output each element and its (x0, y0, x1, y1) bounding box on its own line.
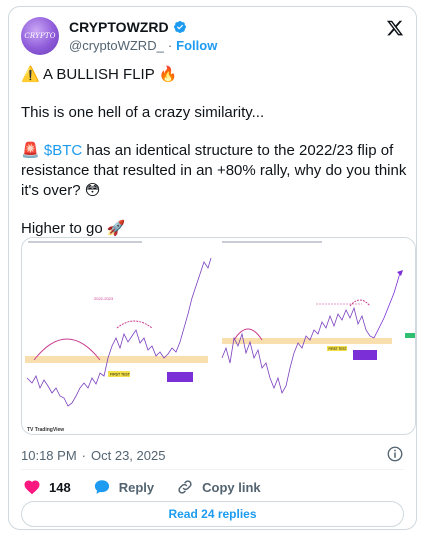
tweet-timestamp[interactable]: 10:18 PM · Oct 23, 2025 (21, 448, 165, 463)
tweet-card: CRYPTO CRYPTOWZRD @cryptoWZRD_ · Follow … (8, 6, 417, 530)
verified-badge-icon (173, 21, 186, 33)
reply-bubble-icon (94, 480, 109, 494)
tweet-line-higher: Higher to go 🚀 (21, 220, 126, 237)
btc-cashtag-link[interactable]: $BTC (44, 142, 82, 159)
info-icon[interactable] (386, 445, 404, 463)
left-purple-tag (167, 372, 193, 382)
tweet-line-title: ⚠️ A BULLISH FLIP 🔥 (21, 66, 178, 83)
avatar-logo-text: CRYPTO (24, 32, 56, 40)
copy-link-label: Copy link (202, 479, 261, 495)
tweet-line-similarity: This is one hell of a crazy similarity..… (21, 104, 265, 121)
tweet-date: Oct 23, 2025 (91, 448, 166, 463)
x-logo-icon[interactable] (386, 19, 404, 37)
right-purple-tag (353, 350, 377, 360)
name-row: CRYPTOWZRD (69, 19, 187, 35)
right-green-price-tag (405, 333, 415, 338)
alarm-emoji: 🚨 (21, 142, 44, 159)
author-display-name[interactable]: CRYPTOWZRD (69, 19, 169, 35)
handle-row: @cryptoWZRD_ · Follow (69, 38, 217, 53)
avatar[interactable]: CRYPTO (21, 17, 59, 55)
right-first-test-label: FIRST TEST (329, 347, 347, 351)
left-chart-year-label: 2022-2023 (94, 296, 114, 301)
read-replies-button[interactable]: Read 24 replies (21, 501, 404, 527)
left-chart-panel: 2022-2023 FIRST TEST TV TradingView (22, 238, 219, 434)
divider (21, 469, 404, 470)
like-button[interactable]: 148 (23, 478, 71, 496)
tweet-line-question: it's over? 😳 (21, 182, 101, 199)
follow-button[interactable]: Follow (176, 38, 217, 53)
link-icon (178, 480, 192, 494)
reply-button[interactable]: Reply (93, 478, 154, 496)
tweet-header: CRYPTO CRYPTOWZRD @cryptoWZRD_ · Follow (21, 15, 404, 59)
left-first-test-label: FIRST TEST (110, 373, 131, 377)
tweet-line-btc-rest: has an identical structure to the 2022/2… (82, 142, 394, 159)
btc-comparison-chart: 2022-2023 FIRST TEST TV TradingView FIRS… (22, 238, 415, 434)
right-chart-panel: FIRST TEST (219, 238, 415, 434)
right-support-band (222, 338, 392, 344)
tweet-line-btc: 🚨 $BTC has an identical structure to the… (21, 141, 393, 161)
tweet-time: 10:18 PM (21, 448, 77, 463)
tweet-line-resistance: resistance that resulted in an +80% rall… (21, 162, 407, 179)
left-support-band (25, 356, 208, 363)
author-handle[interactable]: @cryptoWZRD_ (69, 38, 164, 53)
tradingview-watermark: TV TradingView (27, 427, 64, 433)
action-bar: 148 Reply Copy link (23, 478, 283, 496)
tweet-media-chart-image[interactable]: 2022-2023 FIRST TEST TV TradingView FIRS… (21, 237, 416, 435)
copy-link-button[interactable]: Copy link (176, 478, 261, 496)
likes-count: 148 (49, 479, 71, 495)
reply-label: Reply (118, 479, 155, 495)
timestamp-dot: · (81, 448, 86, 463)
separator-dot: · (167, 38, 173, 53)
heart-icon (24, 480, 40, 495)
